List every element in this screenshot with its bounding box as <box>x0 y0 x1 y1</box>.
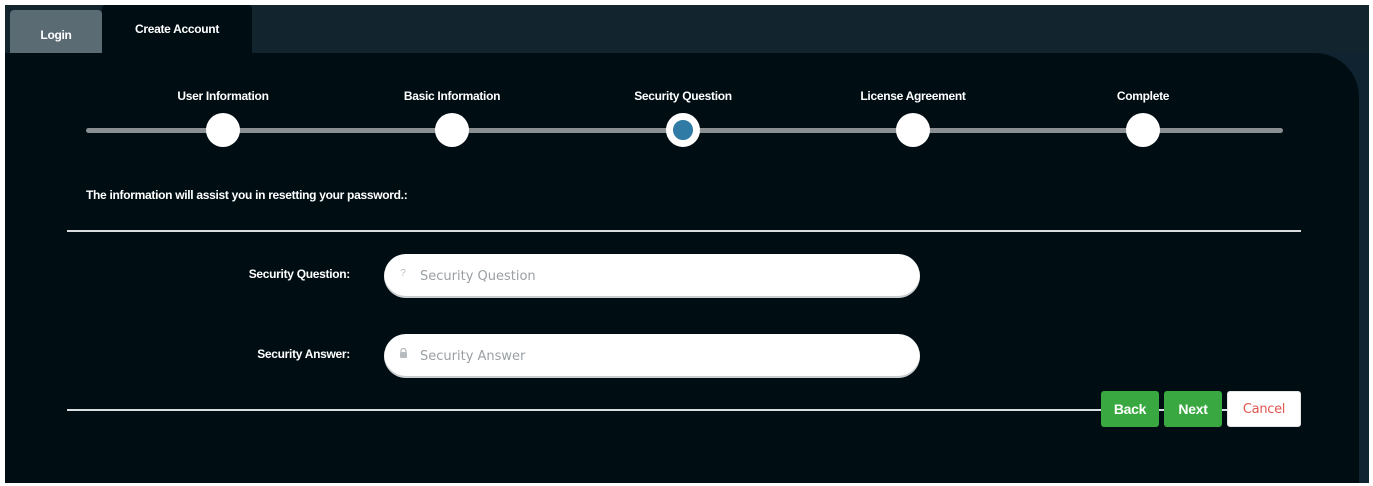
step-dot-complete <box>1126 113 1160 147</box>
cancel-button[interactable]: Cancel <box>1227 391 1301 427</box>
back-button[interactable]: Back <box>1101 391 1159 427</box>
step-label-basic-information: Basic Information <box>403 89 501 103</box>
step-label-license-agreement: License Agreement <box>860 89 966 103</box>
next-button[interactable]: Next <box>1164 391 1222 427</box>
top-divider <box>67 230 1301 232</box>
step-label-complete: Complete <box>1116 89 1170 103</box>
step-label-security-question: Security Question <box>634 89 732 103</box>
tab-create-account[interactable]: Create Account <box>102 5 252 53</box>
step-dot-license-agreement <box>896 113 930 147</box>
security-answer-input[interactable] <box>418 340 902 372</box>
security-question-input[interactable] <box>418 260 902 292</box>
tab-bar: Login Create Account <box>5 5 1369 53</box>
step-dot-user-information <box>206 113 240 147</box>
intro-text: The information will assist you in reset… <box>86 188 408 202</box>
security-question-field[interactable]: ? <box>384 254 920 298</box>
security-question-label: Security Question: <box>248 267 351 281</box>
step-label-user-information: User Information <box>177 89 269 103</box>
step-dot-security-question <box>666 113 700 147</box>
step-dot-basic-information <box>435 113 469 147</box>
security-answer-field[interactable] <box>384 334 920 378</box>
wizard-progress: User Information Basic Information Secur… <box>5 53 1359 153</box>
security-answer-label: Security Answer: <box>257 347 350 361</box>
app-frame: Login Create Account User Information Ba… <box>5 5 1369 483</box>
question-mark-icon: ? <box>400 268 406 279</box>
tab-login[interactable]: Login <box>10 10 102 53</box>
lock-icon <box>397 347 409 361</box>
